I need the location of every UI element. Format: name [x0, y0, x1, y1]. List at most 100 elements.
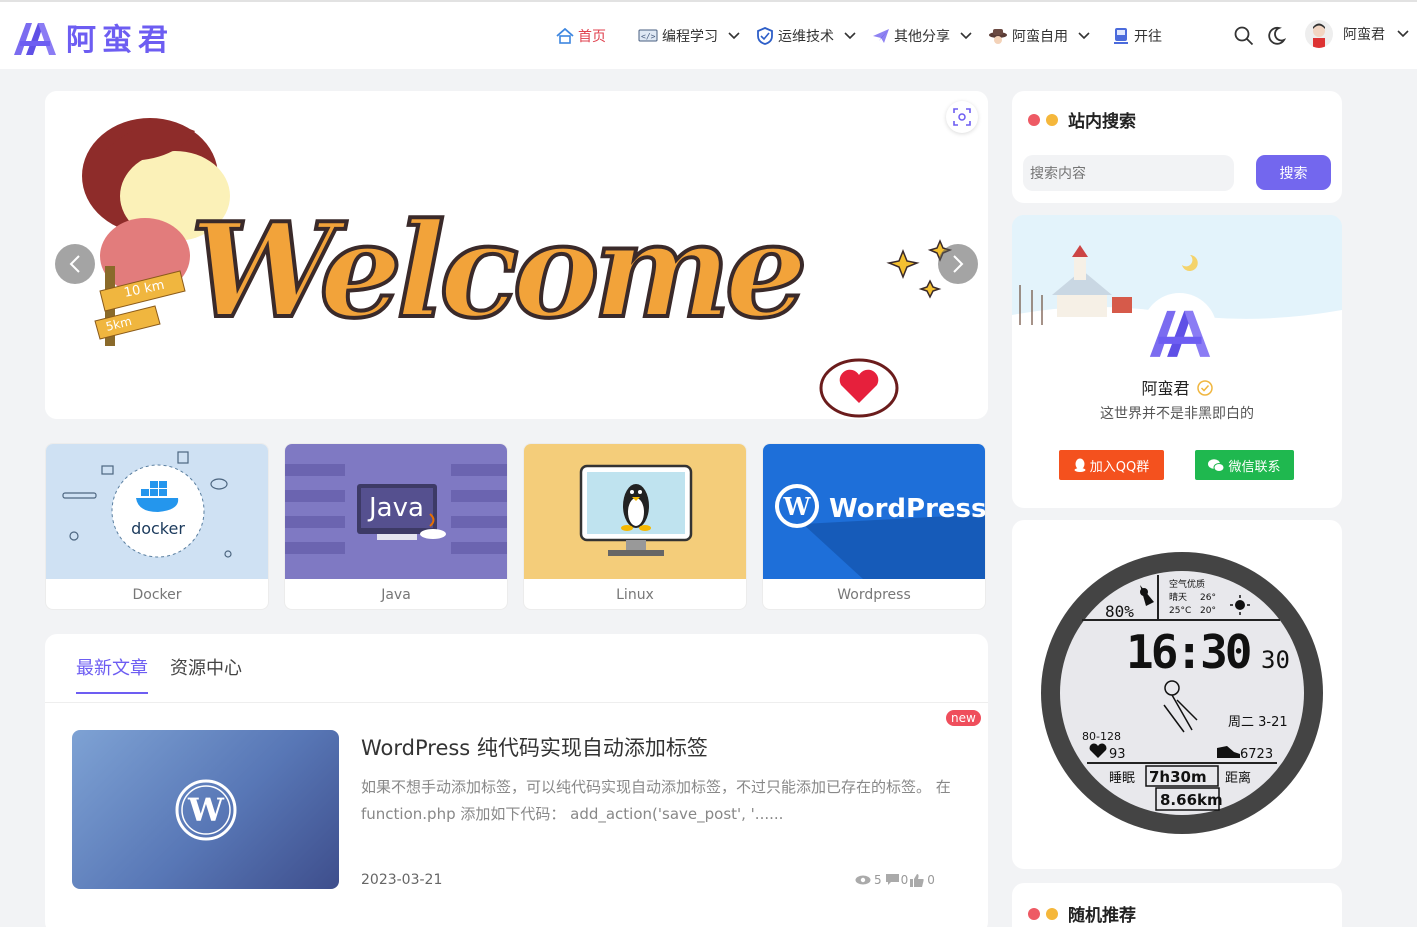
chevron-left-icon [69, 255, 80, 273]
tab-latest[interactable]: 最新文章 [76, 654, 148, 694]
battery-level: 80% [1105, 602, 1134, 621]
wechat-contact-button[interactable]: 微信联系 [1195, 450, 1294, 480]
sidebar-clock-widget: 80% 空气优质 晴天 26° 25°C 20° 16:30 30 周二 3-2… [1012, 520, 1342, 869]
sidebar-random-widget: 随机推荐 [1012, 883, 1342, 927]
temp-high: 26° [1200, 593, 1216, 603]
join-qq-group-button[interactable]: 加入QQ群 [1059, 450, 1164, 480]
category-label: Linux [616, 587, 654, 603]
clock-time: 16:30 [1126, 625, 1250, 679]
wechat-icon [1208, 458, 1225, 472]
scan-button[interactable] [946, 101, 978, 133]
yellow-dot-icon [1046, 113, 1058, 126]
likes-count: 0 [927, 873, 935, 887]
distance-value: 8.66km [1160, 791, 1223, 809]
site-header: 阿蛮君 首页 </> 编程学习 运维技术 其他分享 阿蛮自用 开往 阿蛮君 [0, 2, 1417, 69]
nav-item-label: 编程学习 [662, 28, 718, 45]
wechat-contact-label: 微信联系 [1228, 459, 1281, 475]
widget-title: 站内搜索 [1028, 107, 1136, 132]
avatar [1305, 20, 1333, 48]
eye-icon [855, 875, 871, 885]
user-menu[interactable]: 阿蛮君 [1305, 20, 1409, 48]
category-thumb-text: WordPress [829, 494, 985, 524]
hat-icon [988, 27, 1008, 45]
carousel-prev-button[interactable] [55, 244, 95, 284]
svg-text:</>: </> [641, 32, 656, 41]
nav-item-label: 开往 [1134, 28, 1162, 45]
air-quality: 空气优质 [1169, 578, 1205, 590]
post-stats: 5 0 0 [855, 873, 935, 887]
dark-mode-moon-icon[interactable] [1266, 26, 1286, 46]
profile-name: 阿蛮君 [1012, 375, 1342, 400]
nav-item-ops[interactable]: 运维技术 [756, 2, 856, 69]
step-count: 6723 [1240, 747, 1273, 762]
category-card-docker[interactable]: docker Docker [45, 443, 269, 610]
verified-badge-icon [1196, 380, 1213, 400]
widget-title-text: 站内搜索 [1068, 112, 1136, 132]
category-thumb: docker [46, 444, 268, 579]
scan-icon [953, 108, 971, 126]
thumbs-up-icon [910, 873, 924, 887]
category-thumb: Java [285, 444, 507, 579]
site-logo[interactable]: 阿蛮君 [12, 15, 174, 59]
nav-item-label: 其他分享 [894, 28, 950, 45]
category-label: Wordpress [837, 587, 911, 603]
chevron-down-icon [844, 31, 856, 40]
wordpress-logo-icon: W WordPress [775, 484, 985, 579]
heart-icon [819, 358, 899, 418]
wordpress-logo-icon: W [175, 779, 236, 840]
distance-label: 距离 [1225, 770, 1251, 786]
home-icon [556, 27, 574, 44]
category-thumb-text: docker [131, 519, 185, 538]
nav-item-personal[interactable]: 阿蛮自用 [988, 2, 1090, 69]
category-thumb-text: Java [367, 493, 424, 523]
yellow-dot-icon [1046, 907, 1058, 920]
join-qq-group-label: 加入QQ群 [1089, 459, 1150, 475]
category-card-java[interactable]: Java Java [284, 443, 508, 610]
category-card-wordpress[interactable]: W WordPress Wordpress [762, 443, 986, 610]
category-card-linux[interactable]: Linux [523, 443, 747, 610]
nav-item-label: 运维技术 [778, 28, 834, 45]
chevron-down-icon [960, 31, 972, 40]
nav-item-label: 首页 [578, 28, 606, 45]
heart-rate: 93 [1109, 747, 1126, 762]
train-icon [1112, 27, 1130, 45]
clock-seconds: 30 [1261, 646, 1290, 674]
site-logo-text: 阿蛮君 [66, 23, 174, 58]
banner-carousel[interactable]: 10 km 5km Welcome [45, 91, 988, 419]
tab-resources[interactable]: 资源中心 [170, 654, 242, 694]
logo-mark-icon [14, 23, 56, 55]
red-dot-icon [1028, 113, 1040, 126]
banner-image: 10 km 5km Welcome [45, 91, 988, 419]
banner-welcome-text: Welcome [190, 194, 803, 347]
header-tools [1234, 26, 1286, 46]
svg-text:W: W [783, 492, 812, 521]
nav-item-travel[interactable]: 开往 [1112, 2, 1162, 69]
post-title[interactable]: WordPress 纯代码实现自动添加标签 [361, 732, 708, 762]
nav-item-programming[interactable]: </> 编程学习 [638, 2, 740, 69]
carousel-next-button[interactable] [938, 244, 978, 284]
logo-mark-icon [1149, 310, 1210, 357]
temp-low: 20° [1200, 606, 1216, 616]
category-thumb [524, 444, 746, 579]
category-label: Java [381, 587, 411, 603]
new-badge: new [946, 710, 981, 726]
profile-avatar[interactable] [1142, 293, 1217, 368]
post-thumbnail[interactable]: W [72, 730, 339, 889]
views-count: 5 [874, 873, 882, 887]
search-input[interactable] [1023, 155, 1234, 191]
sidebar-search-widget: 站内搜索 搜索 [1012, 91, 1342, 203]
sleep-duration: 7h30m [1149, 768, 1207, 786]
nav-item-home[interactable]: 首页 [556, 2, 606, 69]
sidebar-profile-widget: 阿蛮君 这世界并不是非黑即白的 加入QQ群 微信联系 [1012, 215, 1342, 508]
divider [45, 702, 988, 703]
category-thumb: W WordPress [763, 444, 985, 579]
chevron-down-icon [728, 31, 740, 40]
paper-plane-icon [872, 28, 890, 44]
sleep-label: 睡眠 [1109, 771, 1135, 786]
search-button[interactable]: 搜索 [1256, 155, 1331, 190]
nav-item-share[interactable]: 其他分享 [872, 2, 972, 69]
search-icon[interactable] [1234, 26, 1254, 46]
red-dot-icon [1028, 907, 1040, 920]
main-nav: 首页 </> 编程学习 运维技术 其他分享 阿蛮自用 开往 [556, 2, 1162, 69]
nav-item-label: 阿蛮自用 [1012, 28, 1068, 45]
